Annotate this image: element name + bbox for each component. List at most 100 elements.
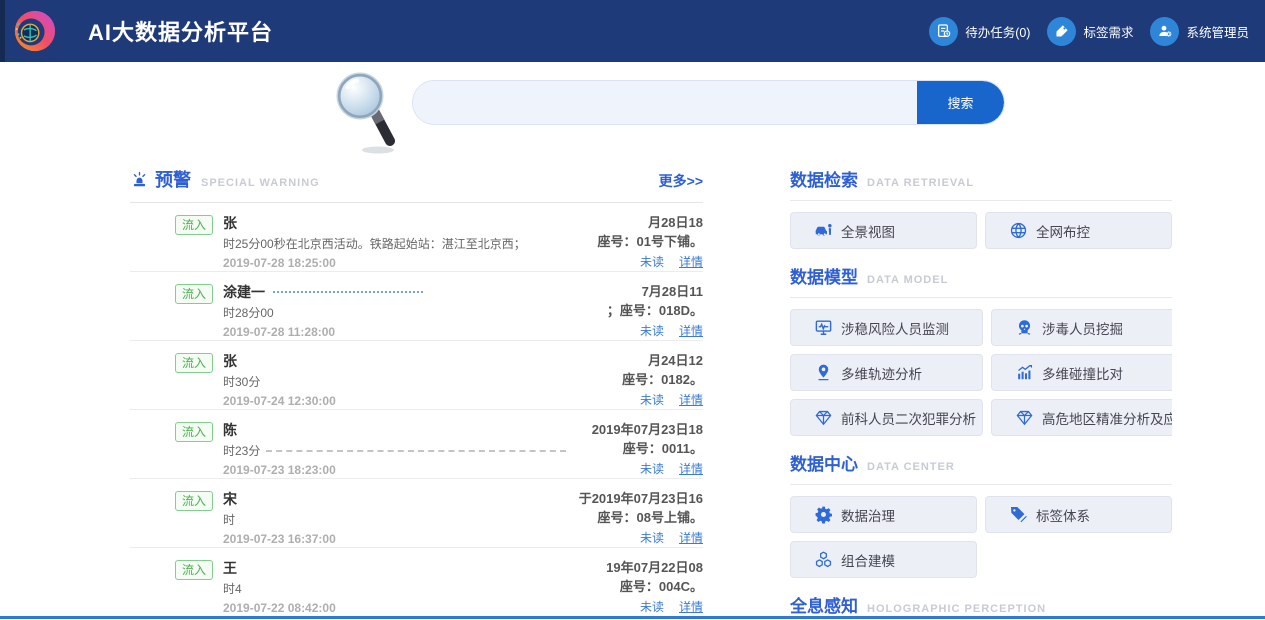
detail-link[interactable]: 详情 <box>679 255 703 269</box>
search-input[interactable] <box>413 81 917 124</box>
detail-link[interactable]: 详情 <box>679 600 703 614</box>
tasks-icon <box>929 17 958 46</box>
header-nav-item[interactable]: 待办任务(0) <box>929 17 1030 46</box>
search-button[interactable]: 搜索 <box>917 81 1004 124</box>
feature-button[interactable]: 涉毒人员挖掘 <box>991 309 1172 346</box>
status-badge: 流入 <box>175 491 213 511</box>
feature-button-label: 全网布控 <box>1036 221 1090 241</box>
header-nav: 待办任务(0) 标签需求 系统管理员 <box>929 17 1249 46</box>
feature-button[interactable]: 全网布控 <box>985 212 1172 249</box>
feature-button[interactable]: 数据治理 <box>790 496 977 533</box>
person-name: 陈 <box>223 422 237 438</box>
feature-button-label: 多维轨迹分析 <box>841 363 922 383</box>
feature-grid: 数据治理 标签体系 组合建模 <box>790 496 1172 578</box>
section-subtitle: DATA MODEL <box>867 274 948 286</box>
nav-item-label: 标签需求 <box>1083 22 1133 41</box>
chart-icon <box>1015 363 1034 382</box>
app-root: AI大数据分析平台 待办任务(0) 标签需求 系统管理员 <box>0 0 1265 620</box>
feature-button-label: 数据治理 <box>841 505 895 525</box>
feature-button[interactable]: 高危地区精准分析及应用 <box>991 399 1172 436</box>
warning-description: 时28分00 <box>223 305 503 321</box>
feature-section: 数据中心 DATA CENTER 数据治理 标签体系 组合建模 <box>790 436 1172 578</box>
warning-seat-info: 座号：01号下铺。 <box>503 233 703 252</box>
feature-button-label: 涉毒人员挖掘 <box>1042 318 1123 338</box>
gem-icon <box>814 408 833 427</box>
feature-panel: 数据检索 DATA RETRIEVAL 全景视图 全网布控 数据模型 DATA … <box>790 166 1172 620</box>
status-badge: 流入 <box>175 284 213 304</box>
feature-grid: 全景视图 全网布控 <box>790 212 1172 249</box>
feature-button[interactable]: 全景视图 <box>790 212 977 249</box>
feature-section: 全息感知 HOLOGRAPHIC PERCEPTION <box>790 578 1172 620</box>
feature-button-label: 组合建模 <box>841 550 895 570</box>
admin-icon <box>1150 17 1179 46</box>
feature-button[interactable]: 多维碰撞比对 <box>991 354 1172 391</box>
more-link[interactable]: 更多>> <box>659 171 703 191</box>
warning-description: 时4 <box>223 581 503 597</box>
warning-date-fragment: 月28日18 <box>503 214 703 233</box>
unread-link[interactable]: 未读 <box>640 531 664 545</box>
feature-section: 数据模型 DATA MODEL 涉稳风险人员监测 涉毒人员挖掘 多维轨迹分析 多… <box>790 249 1172 436</box>
status-badge: 流入 <box>175 422 213 442</box>
warning-title: 预警 <box>155 166 191 192</box>
warning-timestamp: 2019-07-24 12:30:00 <box>223 394 503 409</box>
person-name: 宋 <box>223 491 237 507</box>
warning-date-fragment: 19年07月22日08 <box>503 559 703 578</box>
page-title: AI大数据分析平台 <box>88 15 273 47</box>
feature-section: 数据检索 DATA RETRIEVAL 全景视图 全网布控 <box>790 166 1172 249</box>
section-title: 全息感知 <box>790 592 858 617</box>
warning-description: 时 <box>223 512 503 528</box>
app-header: AI大数据分析平台 待办任务(0) 标签需求 系统管理员 <box>0 0 1265 62</box>
panorama-icon <box>814 221 833 240</box>
unread-link[interactable]: 未读 <box>640 324 664 338</box>
warning-list-item: 流入 张 时30分 2019-07-24 12:30:00 月24日12 座号：… <box>130 341 703 410</box>
status-badge: 流入 <box>175 560 213 580</box>
nav-item-label: 系统管理员 <box>1186 22 1249 41</box>
feature-button[interactable]: 多维轨迹分析 <box>790 354 983 391</box>
detail-link[interactable]: 详情 <box>679 324 703 338</box>
warning-timestamp: 2019-07-28 18:25:00 <box>223 256 503 271</box>
nav-item-label: 待办任务(0) <box>965 22 1030 41</box>
warning-description: 时23分 <box>223 443 503 459</box>
status-badge: 流入 <box>175 215 213 235</box>
feature-button[interactable]: 涉稳风险人员监测 <box>790 309 983 346</box>
detail-link[interactable]: 详情 <box>679 531 703 545</box>
siren-icon <box>130 170 149 189</box>
skull-icon <box>1015 318 1034 337</box>
pin-icon <box>814 363 833 382</box>
feature-button[interactable]: 组合建模 <box>790 541 977 578</box>
feature-button[interactable]: 标签体系 <box>985 496 1172 533</box>
warning-description: 时30分 <box>223 374 503 390</box>
warning-list-item: 流入 宋 时 2019-07-23 16:37:00 于2019年07月23日1… <box>130 479 703 548</box>
feature-button[interactable]: 前科人员二次犯罪分析 <box>790 399 983 436</box>
tags-icon <box>1009 505 1028 524</box>
gem-icon <box>1015 408 1034 427</box>
warning-seat-info: 座号：08号上铺。 <box>503 509 703 528</box>
detail-link[interactable]: 详情 <box>679 462 703 476</box>
warning-subtitle: SPECIAL WARNING <box>201 177 320 189</box>
warning-timestamp: 2019-07-22 08:42:00 <box>223 601 503 616</box>
feature-button-label: 高危地区精准分析及应用 <box>1042 408 1172 428</box>
section-subtitle: DATA RETRIEVAL <box>867 177 974 189</box>
detail-link[interactable]: 详情 <box>679 393 703 407</box>
redacted-text <box>273 291 423 293</box>
feature-button-label: 标签体系 <box>1036 505 1090 525</box>
unread-link[interactable]: 未读 <box>640 255 664 269</box>
bottom-divider <box>0 616 1265 619</box>
warning-seat-info: 座号：004C。 <box>503 578 703 597</box>
header-nav-item[interactable]: 标签需求 <box>1047 17 1133 46</box>
person-name: 王 <box>223 560 237 576</box>
unread-link[interactable]: 未读 <box>640 393 664 407</box>
warning-date-fragment: 于2019年07月23日16 <box>503 490 703 509</box>
monitor-icon <box>814 318 833 337</box>
warning-timestamp: 2019-07-23 16:37:00 <box>223 532 503 547</box>
status-badge: 流入 <box>175 353 213 373</box>
person-name: 涂建一 <box>223 284 265 300</box>
warning-date-fragment: 2019年07月23日18 <box>503 421 703 440</box>
header-nav-item[interactable]: 系统管理员 <box>1150 17 1249 46</box>
feature-button-label: 全景视图 <box>841 221 895 241</box>
network-icon <box>1009 221 1028 240</box>
unread-link[interactable]: 未读 <box>640 600 664 614</box>
feature-button-label: 前科人员二次犯罪分析 <box>841 408 976 428</box>
unread-link[interactable]: 未读 <box>640 462 664 476</box>
section-title: 数据中心 <box>790 450 858 475</box>
